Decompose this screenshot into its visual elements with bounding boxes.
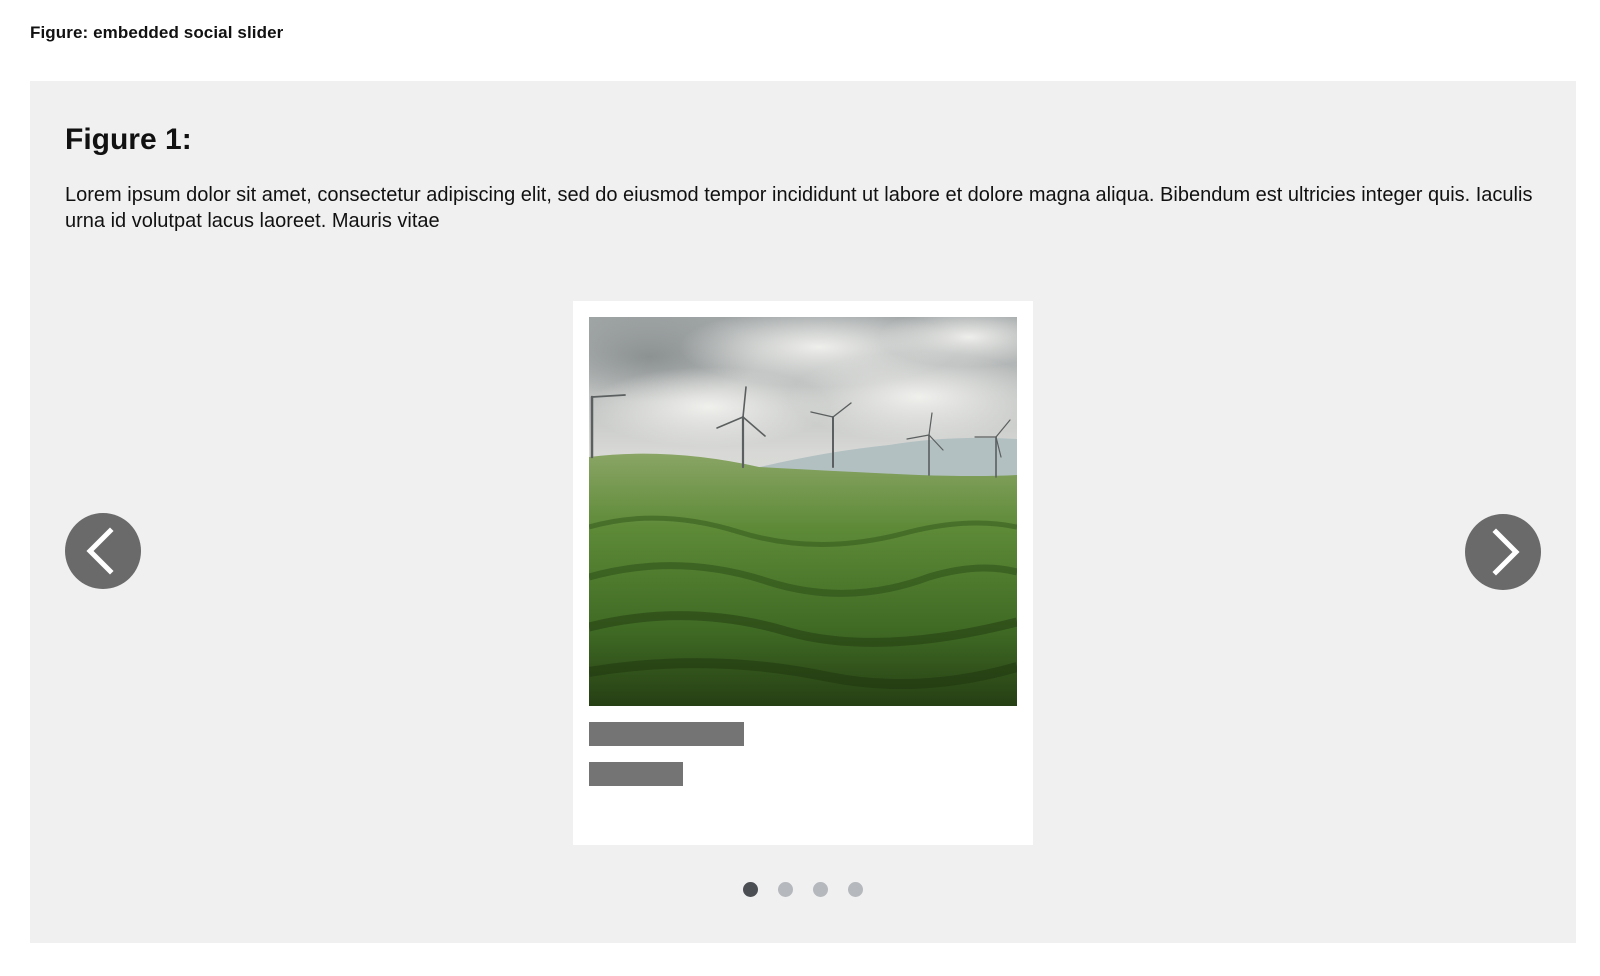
- chevron-left-icon: [86, 527, 114, 575]
- post-meta-placeholder: [589, 762, 683, 786]
- figure-title: Figure 1:: [65, 123, 192, 156]
- slide-pagination: [743, 882, 863, 898]
- landscape-photo: [589, 317, 1017, 706]
- next-slide-button[interactable]: [1465, 514, 1541, 590]
- social-post-card[interactable]: [573, 301, 1033, 845]
- previous-slide-button[interactable]: [65, 513, 141, 589]
- figure-description: Lorem ipsum dolor sit amet, consectetur …: [65, 184, 1533, 232]
- post-title-placeholder: [589, 722, 744, 746]
- pagination-dot-1[interactable]: [743, 882, 758, 897]
- pagination-dot-2[interactable]: [778, 882, 793, 897]
- figure-panel: Figure 1: Lorem ipsum dolor sit amet, co…: [30, 81, 1576, 943]
- pagination-dot-3[interactable]: [813, 882, 828, 897]
- chevron-right-icon: [1492, 528, 1520, 576]
- page-caption: Figure: embedded social slider: [30, 23, 284, 42]
- pagination-dot-4[interactable]: [848, 882, 863, 897]
